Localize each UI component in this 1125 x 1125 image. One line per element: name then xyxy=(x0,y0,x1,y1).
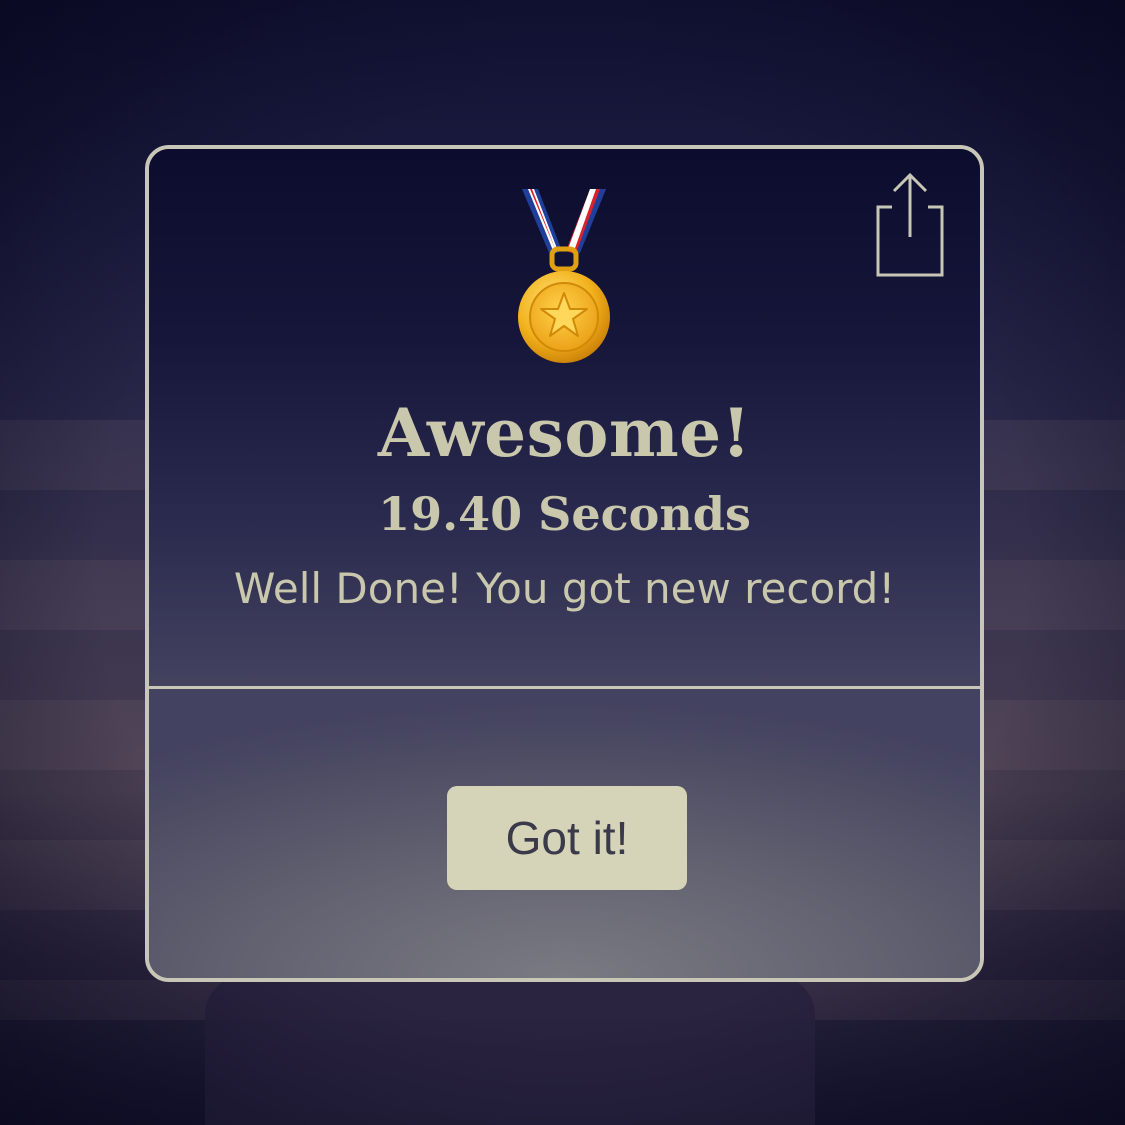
dialog-message: Well Done! You got new record! xyxy=(233,564,896,613)
record-dialog: Awesome! 19.40 Seconds Well Done! You go… xyxy=(145,145,984,982)
got-it-button[interactable]: Got it! xyxy=(447,786,687,890)
medal-icon xyxy=(514,189,614,369)
share-button[interactable] xyxy=(870,169,950,279)
record-time: 19.40 Seconds xyxy=(378,487,751,541)
share-icon xyxy=(876,172,944,277)
dialog-title: Awesome! xyxy=(377,394,752,472)
